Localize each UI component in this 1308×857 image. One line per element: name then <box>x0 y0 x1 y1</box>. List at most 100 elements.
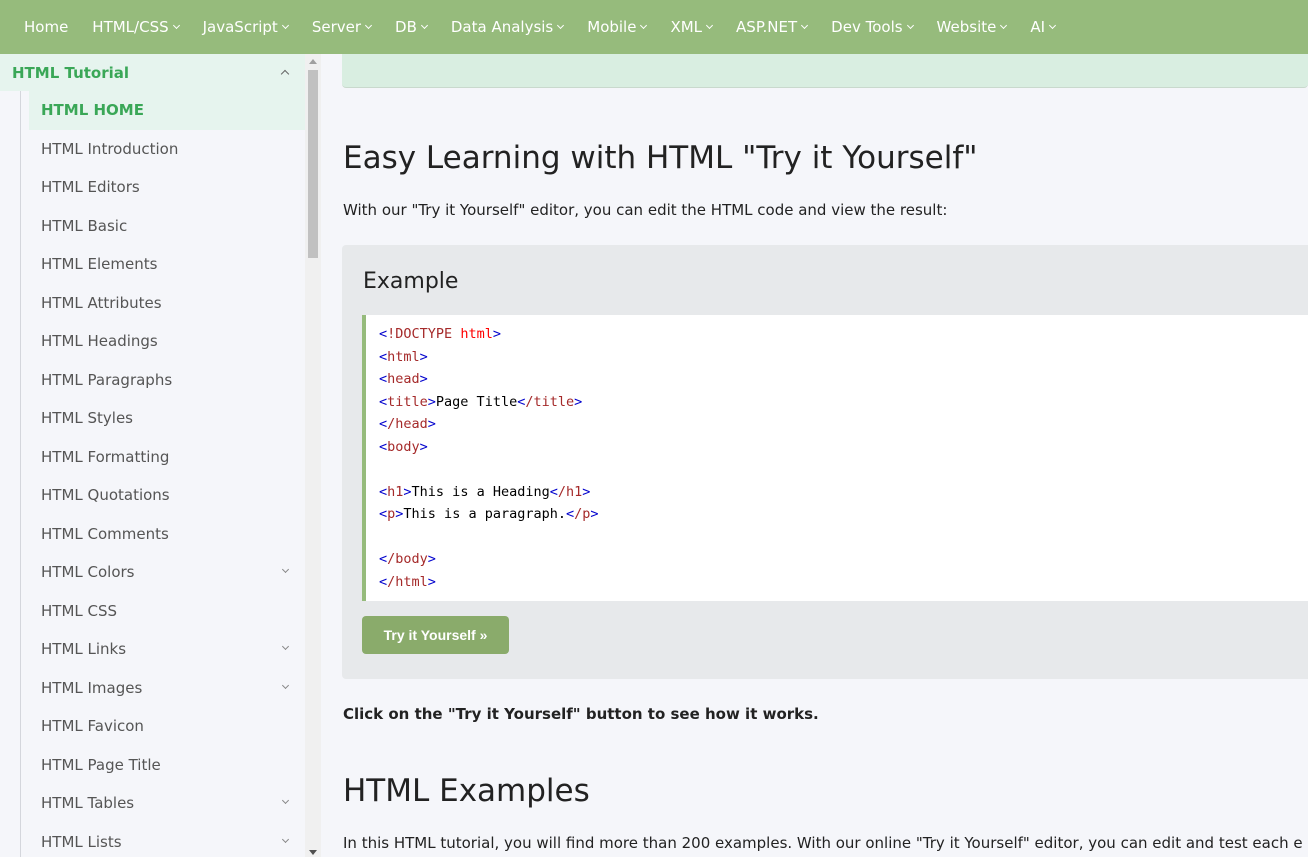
sidebar-item-label: HTML Introduction <box>41 139 179 158</box>
sidebar-item-html-favicon[interactable]: HTML Favicon <box>29 707 305 746</box>
code-line: <head> <box>379 371 428 387</box>
chevron-down-icon[interactable] <box>281 681 290 689</box>
code-line: <body> <box>379 438 428 455</box>
top-banner <box>342 54 1308 88</box>
sidebar-item-label: HTML Lists <box>41 832 122 851</box>
sidebar-item-html-links[interactable]: HTML Links <box>29 630 305 669</box>
sidebar-item-label: HTML Images <box>41 678 143 697</box>
sidebar: HTML Tutorial HTML HOME HTML Introduction… <box>0 54 321 857</box>
nav-item-label: XML <box>670 18 703 36</box>
nav-item-xml[interactable]: XML <box>658 0 724 54</box>
code-line: <!DOCTYPE html> <box>379 326 501 342</box>
sidebar-item-label: HTML Favicon <box>41 717 144 736</box>
section-paragraph: In this HTML tutorial, you will find mor… <box>343 834 1303 852</box>
sidebar-item-html-elements[interactable]: HTML Elements <box>29 245 305 284</box>
chevron-down-icon <box>1000 21 1008 30</box>
sidebar-item-label: HTML Links <box>41 640 127 659</box>
sidebar-item-label: HTML Tables <box>41 794 135 813</box>
nav-item-website[interactable]: Website <box>925 0 1019 54</box>
sidebar-item-html-quotations[interactable]: HTML Quotations <box>29 476 305 515</box>
nav-item-mobile[interactable]: Mobile <box>575 0 658 54</box>
nav-item-label: Server <box>311 18 362 36</box>
nav-item-db[interactable]: DB <box>383 0 439 54</box>
sidebar-item-html-basic[interactable]: HTML Basic <box>29 207 305 246</box>
sidebar-item-html-colors[interactable]: HTML Colors <box>29 553 305 592</box>
code-line: <p>This is a paragraph.</p> <box>379 506 599 522</box>
chevron-down-icon[interactable] <box>281 796 290 805</box>
scroll-down-arrow-icon[interactable] <box>309 850 317 855</box>
nav-item-label: ASP.NET <box>736 18 798 36</box>
sidebar-item-html-home[interactable]: HTML HOME <box>29 91 305 130</box>
sidebar-item-html-comments[interactable]: HTML Comments <box>29 515 305 554</box>
sidebar-item-label: HTML Colors <box>41 563 135 582</box>
top-navigation: Home HTML/CSS JavaScript Server DB Data Analy… <box>0 0 1308 54</box>
sidebar-item-label: HTML Headings <box>41 332 158 351</box>
scroll-up-arrow-icon[interactable] <box>309 59 317 64</box>
code-line: <html> <box>379 348 428 365</box>
code-line: <h1>This is a Heading</h1> <box>379 483 591 500</box>
sidebar-item-label: HTML Editors <box>41 178 140 197</box>
sidebar-item-html-lists[interactable]: HTML Lists <box>29 823 305 857</box>
nav-item-home[interactable]: Home <box>12 0 80 54</box>
nav-item-html-css[interactable]: HTML/CSS <box>80 0 190 54</box>
nav-item-label: Home <box>24 18 69 36</box>
section-heading-html-examples: HTML Examples <box>343 773 590 809</box>
sidebar-item-html-styles[interactable]: HTML Styles <box>29 399 305 438</box>
nav-item-dev-tools[interactable]: Dev Tools <box>819 0 924 54</box>
intro-text: With our "Try it Yourself" editor, you c… <box>343 201 948 219</box>
chevron-down-icon[interactable] <box>281 835 290 843</box>
nav-item-label: JavaScript <box>202 18 278 36</box>
sidebar-item-html-page-title[interactable]: HTML Page Title <box>29 746 305 785</box>
instruction-note: Click on the "Try it Yourself" button to… <box>343 705 819 723</box>
nav-item-javascript[interactable]: JavaScript <box>191 0 300 54</box>
code-line: </html> <box>379 573 436 590</box>
nav-item-server[interactable]: Server <box>300 0 383 54</box>
sidebar-item-html-images[interactable]: HTML Images <box>29 669 305 708</box>
nav-item-ai[interactable]: AI <box>1018 0 1067 54</box>
sidebar-item-label: HTML Attributes <box>41 293 162 312</box>
sidebar-item-label: HTML HOME <box>41 101 144 120</box>
chevron-down-icon <box>281 21 289 30</box>
sidebar-item-label: HTML Comments <box>41 524 169 543</box>
code-line: </head> <box>379 416 436 432</box>
sidebar-item-label: HTML Elements <box>41 255 158 274</box>
sidebar-item-html-tables[interactable]: HTML Tables <box>29 784 305 823</box>
sidebar-item-html-headings[interactable]: HTML Headings <box>29 322 305 361</box>
code-block: <!DOCTYPE html> <html> <head> <title>Page T… <box>362 315 1308 601</box>
sidebar-tree-line <box>20 91 21 857</box>
chevron-down-icon <box>801 21 809 30</box>
sidebar-item-label: HTML Paragraphs <box>41 370 173 389</box>
nav-item-data-analysis[interactable]: Data Analysis <box>439 0 575 54</box>
nav-item-label: Mobile <box>587 18 637 36</box>
sidebar-list: HTML HOME HTML Introduction HTML Editors HT… <box>29 91 305 857</box>
main-content: Easy Learning with HTML "Try it Yourself… <box>321 54 1308 857</box>
chevron-down-icon[interactable] <box>281 565 290 574</box>
chevron-down-icon <box>364 21 373 30</box>
sidebar-item-html-paragraphs[interactable]: HTML Paragraphs <box>29 361 305 400</box>
sidebar-section-html-tutorial[interactable]: HTML Tutorial <box>0 54 305 91</box>
chevron-down-icon[interactable] <box>281 642 290 651</box>
nav-item-label: AI <box>1030 18 1046 36</box>
sidebar-item-html-formatting[interactable]: HTML Formatting <box>29 438 305 477</box>
sidebar-item-html-editors[interactable]: HTML Editors <box>29 168 305 207</box>
sidebar-scrollbar[interactable] <box>305 54 321 857</box>
sidebar-item-html-css[interactable]: HTML CSS <box>29 592 305 631</box>
try-it-yourself-button[interactable]: Try it Yourself » <box>362 616 509 654</box>
chevron-down-icon <box>640 21 648 30</box>
chevron-down-icon <box>172 21 180 30</box>
nav-item-label: Data Analysis <box>450 18 554 36</box>
code-line: <title>Page Title</title> <box>379 393 583 410</box>
sidebar-item-label: HTML Formatting <box>41 447 170 466</box>
sidebar-item-label: HTML Styles <box>41 409 133 428</box>
sidebar-section-title: HTML Tutorial <box>12 63 130 82</box>
nav-item-asp-net[interactable]: ASP.NET <box>724 0 819 54</box>
example-box: Example <!DOCTYPE html> <html> <head> <titl… <box>342 245 1308 679</box>
chevron-down-icon <box>557 21 565 30</box>
nav-item-label: HTML/CSS <box>92 18 169 36</box>
scrollbar-thumb[interactable] <box>308 70 318 258</box>
sidebar-item-html-attributes[interactable]: HTML Attributes <box>29 284 305 323</box>
sidebar-item-html-introduction[interactable]: HTML Introduction <box>29 130 305 169</box>
sidebar-item-label: HTML Basic <box>41 216 128 235</box>
